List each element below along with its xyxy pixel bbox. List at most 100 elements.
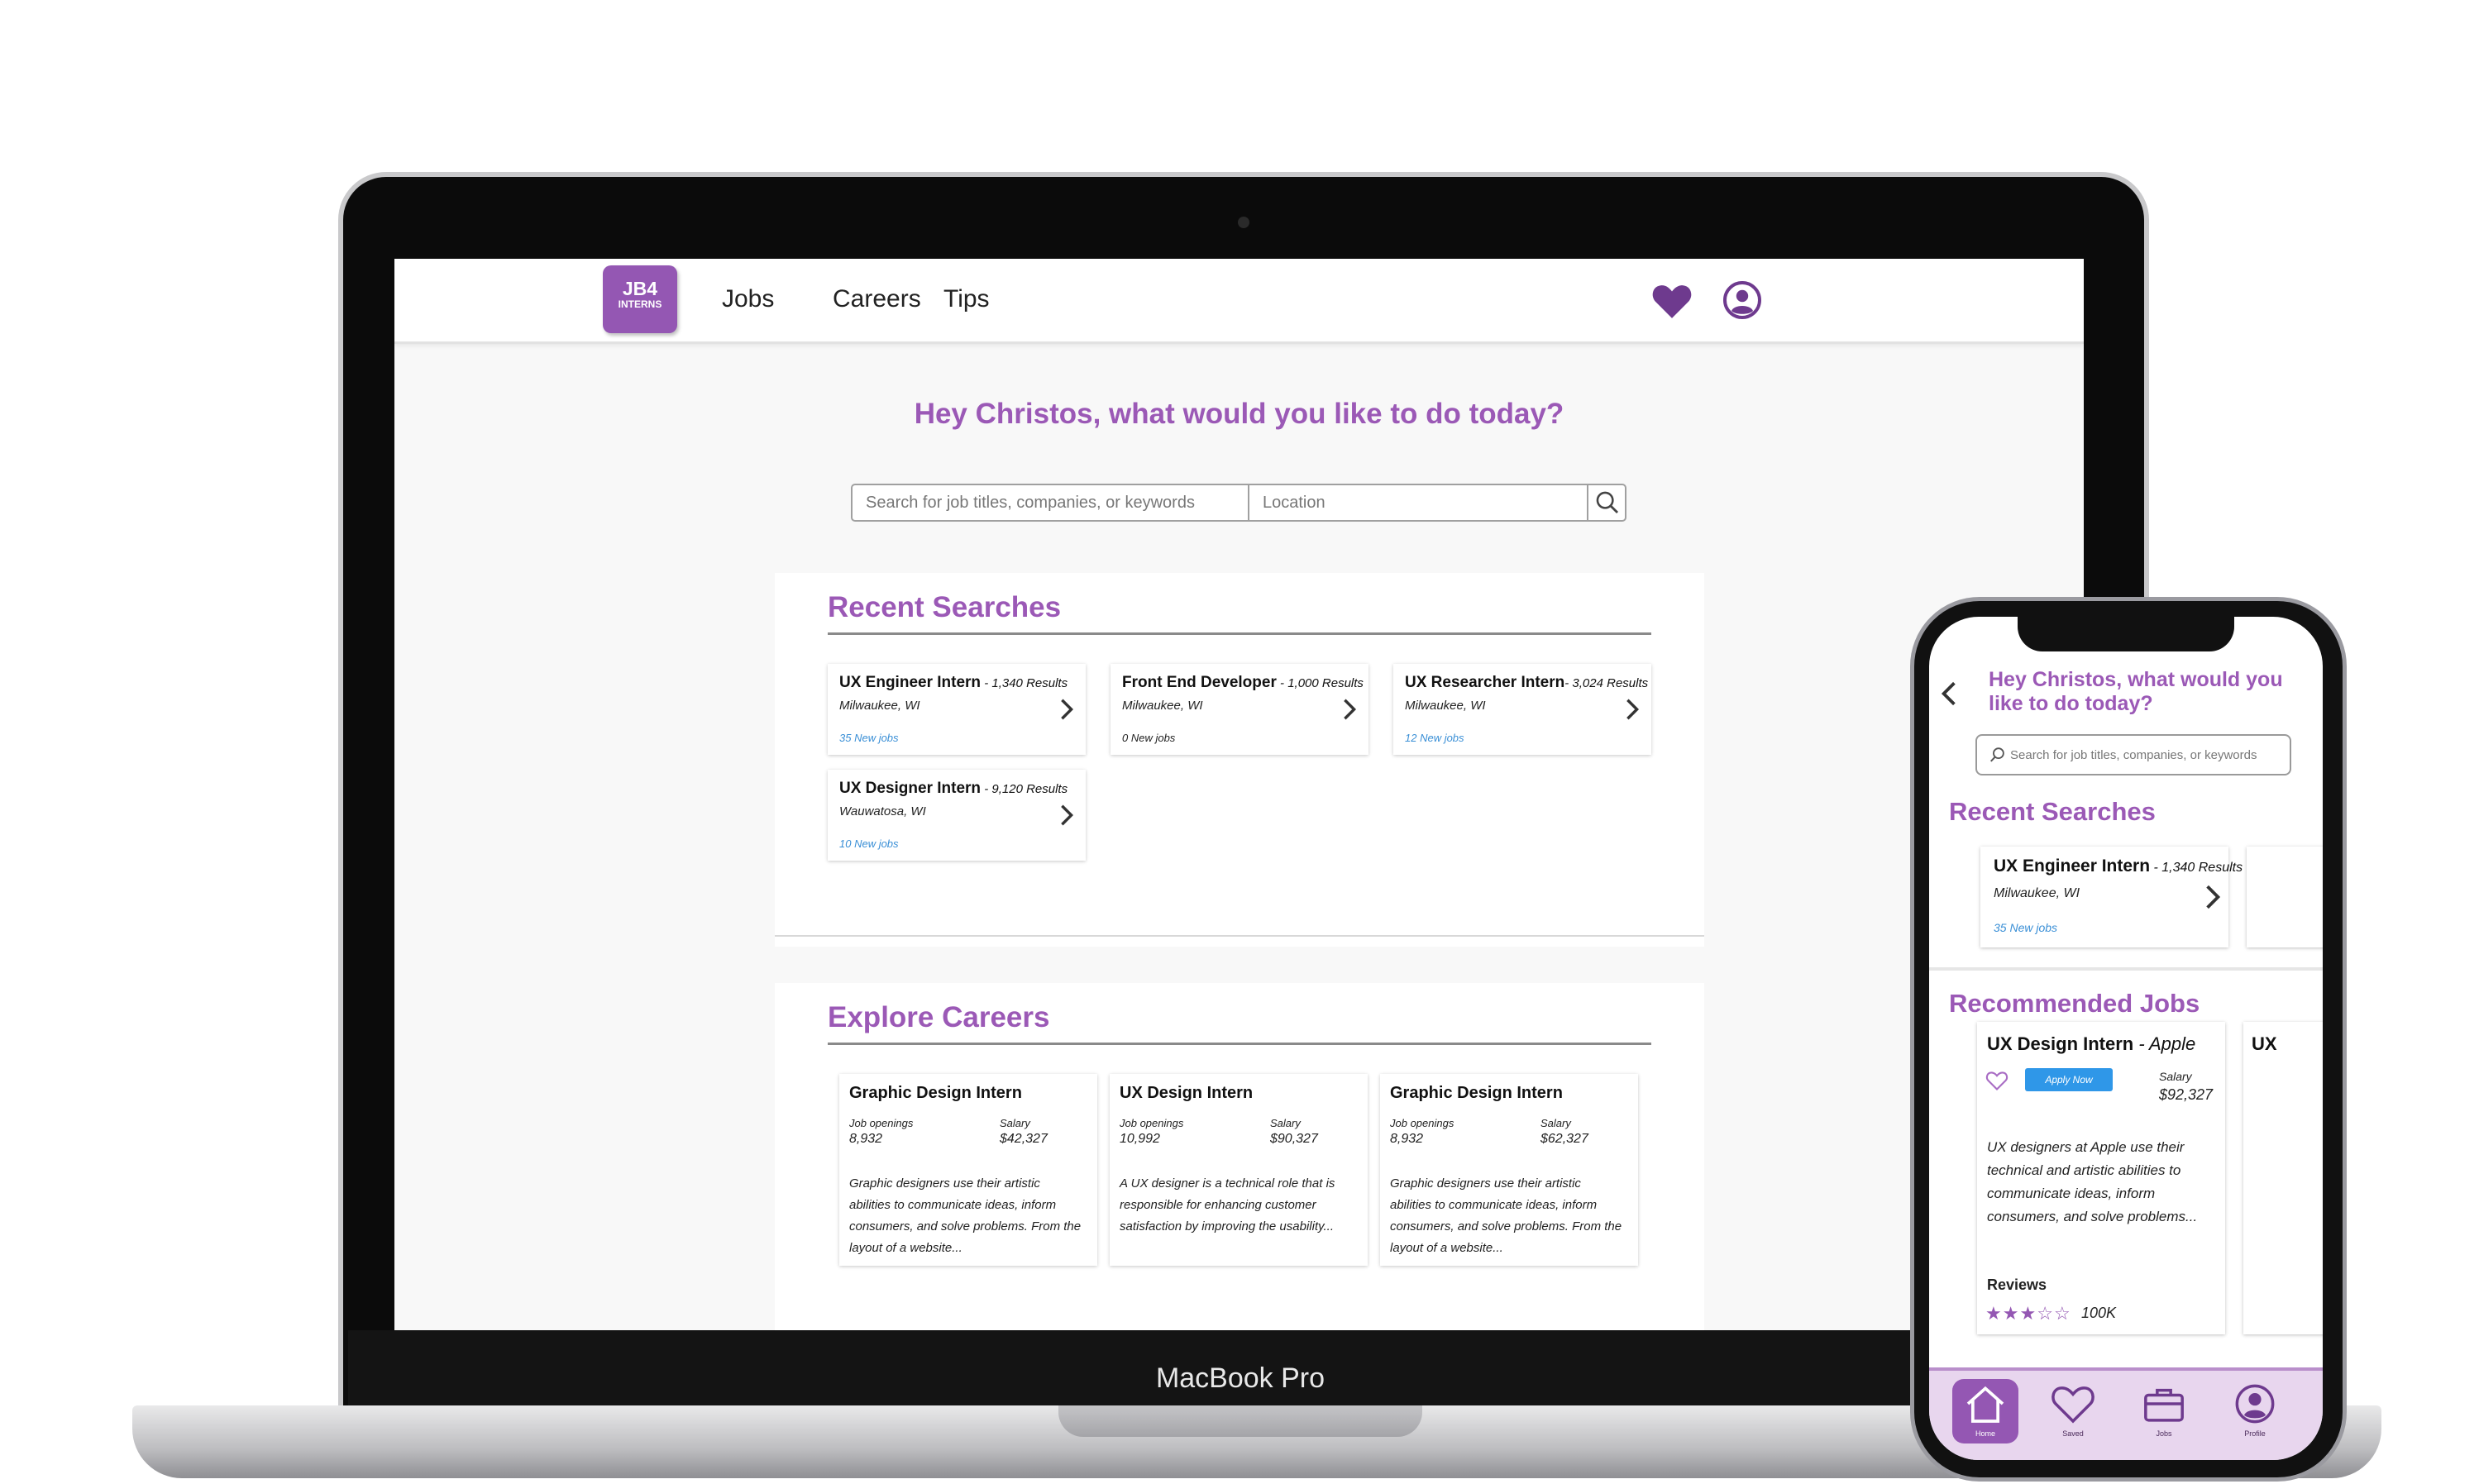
openings-label: Job openings <box>849 1117 914 1129</box>
tab-jobs[interactable]: Jobs <box>2131 1379 2197 1443</box>
recommended-job-card-peek[interactable]: UX <box>2243 1022 2323 1334</box>
phone-notch <box>2018 612 2234 651</box>
career-card[interactable]: UX Design Intern Job openings 10,992 Sal… <box>1110 1074 1368 1266</box>
briefcase-icon <box>2144 1388 2184 1422</box>
openings-label: Job openings <box>1390 1117 1454 1129</box>
recent-search-new-jobs[interactable]: 12 New jobs <box>1405 732 1464 744</box>
nav-tips[interactable]: Tips <box>943 285 990 313</box>
user-circle-icon <box>2235 1384 2275 1424</box>
explore-careers-title: Explore Careers <box>828 1001 1050 1033</box>
career-card[interactable]: Graphic Design Intern Job openings 8,932… <box>839 1074 1097 1266</box>
reviews-label: Reviews <box>1987 1276 2047 1293</box>
salary-value: $42,327 <box>1000 1132 1048 1146</box>
camera-icon <box>1238 217 1249 228</box>
recent-search-location: Wauwatosa, WI <box>839 804 926 818</box>
career-title: UX Design Intern <box>1120 1084 1254 1102</box>
search-icon[interactable] <box>1593 489 1622 517</box>
recent-search-new-jobs[interactable]: 35 New jobs <box>839 732 899 744</box>
salary-value: $90,327 <box>1270 1132 1318 1146</box>
bottom-tab-bar: Home Saved Jobs Profile <box>1929 1367 2323 1460</box>
section-separator <box>1929 967 2323 971</box>
mobile-recent-card[interactable]: UX Engineer Intern - 1,340 Results Milwa… <box>1980 847 2243 947</box>
desktop-screen: JB4 INTERNS Jobs Careers Tips Hey Christ… <box>394 259 2084 1330</box>
device-label: MacBook Pro <box>1155 1362 1325 1394</box>
search-bar: Search for job titles, companies, or key… <box>851 484 1626 522</box>
recent-searches-title: Recent Searches <box>828 591 1062 623</box>
tab-label: Jobs <box>2156 1429 2172 1438</box>
recent-search-title: UX Engineer Intern - 1,340 Results <box>1994 857 2243 876</box>
recent-search-title: UX Researcher Intern- 3,024 Results <box>1405 674 1649 691</box>
section-divider <box>828 632 1651 635</box>
salary-label: Salary <box>1000 1117 1030 1129</box>
job-title: UX Design Intern - Apple <box>1987 1033 2196 1054</box>
jb4-logo[interactable]: JB4 INTERNS <box>603 265 677 333</box>
recent-search-new-jobs[interactable]: 10 New jobs <box>839 837 899 850</box>
chevron-right-icon[interactable] <box>1058 803 1076 828</box>
recent-search-location: Milwaukee, WI <box>1994 886 2080 900</box>
apply-now-button[interactable]: Apply Now <box>2025 1068 2113 1091</box>
job-title: UX <box>2252 1033 2277 1054</box>
keyword-search-input[interactable]: Search for job titles, companies, or key… <box>866 494 1195 513</box>
recent-search-location: Milwaukee, WI <box>839 699 920 713</box>
mobile-search-input[interactable]: Search for job titles, companies, or key… <box>1975 734 2291 775</box>
tab-label: Profile <box>2244 1429 2266 1438</box>
chevron-right-icon[interactable] <box>2204 883 2222 911</box>
star-empty-icon: ☆ <box>2053 1303 2071 1324</box>
salary-value: $92,327 <box>2159 1086 2214 1103</box>
career-description: Graphic designers use their artistic abi… <box>849 1176 1082 1255</box>
career-card[interactable]: Graphic Design Intern Job openings 8,932… <box>1380 1074 1638 1266</box>
search-icon <box>1990 747 2004 762</box>
recent-search-location: Milwaukee, WI <box>1122 699 1203 713</box>
recommended-job-card[interactable]: UX Design Intern - Apple Apply Now Salar… <box>1977 1022 2225 1334</box>
recent-search-title: UX Engineer Intern - 1,340 Results <box>839 674 1068 691</box>
tab-label: Saved <box>2062 1429 2084 1438</box>
laptop-opening-notch <box>1058 1405 1422 1437</box>
star-icon: ★ <box>1985 1303 2003 1324</box>
career-description: A UX designer is a technical role that i… <box>1120 1176 1335 1233</box>
salary-label: Salary <box>1540 1117 1571 1129</box>
mobile-greeting: Hey Christos, what would you like to do … <box>1989 668 2283 715</box>
section-separator <box>775 935 1704 937</box>
tab-saved[interactable]: Saved <box>2040 1379 2106 1443</box>
mobile-screen: Hey Christos, what would you like to do … <box>1929 617 2323 1460</box>
recent-search-card[interactable]: UX Engineer Intern - 1,340 Results Milwa… <box>828 664 1086 755</box>
nav-jobs[interactable]: Jobs <box>722 285 774 313</box>
search-divider <box>1248 485 1249 520</box>
recent-search-card[interactable]: Front End Developer - 1,000 Results Milw… <box>1111 664 1368 755</box>
star-icon: ★ <box>2019 1303 2037 1324</box>
recent-search-title: Front End Developer - 1,000 Results <box>1122 674 1364 691</box>
career-title: Graphic Design Intern <box>849 1084 1022 1102</box>
recent-searches-panel: Recent Searches UX Engineer Intern - 1,3… <box>775 573 1704 947</box>
recent-search-location: Milwaukee, WI <box>1405 699 1486 713</box>
salary-label: Salary <box>2159 1070 2192 1083</box>
logo-line1: JB4 <box>622 278 658 299</box>
recent-search-card[interactable]: UX Researcher Intern- 3,024 Results Milw… <box>1393 664 1651 755</box>
explore-careers-panel: Explore Careers Graphic Design Intern Jo… <box>775 983 1704 1330</box>
mobile-recent-card-peek[interactable] <box>2247 847 2323 947</box>
salary-label: Salary <box>1270 1117 1301 1129</box>
rating-stars: ★★★☆☆ <box>1985 1303 2071 1324</box>
recent-search-new-jobs[interactable]: 35 New jobs <box>1994 921 2057 934</box>
tab-profile[interactable]: Profile <box>2222 1379 2288 1443</box>
user-circle-icon[interactable] <box>1722 280 1762 320</box>
openings-label: Job openings <box>1120 1117 1184 1129</box>
heart-icon[interactable] <box>1651 282 1693 320</box>
mobile-recommended-title: Recommended Jobs <box>1949 989 2200 1018</box>
openings-value: 8,932 <box>1390 1132 1424 1146</box>
location-input[interactable]: Location <box>1263 494 1325 513</box>
nav-careers[interactable]: Careers <box>833 285 921 313</box>
tab-home[interactable]: Home <box>1952 1379 2018 1443</box>
heart-outline-icon[interactable] <box>1985 1070 2009 1091</box>
section-divider <box>828 1043 1651 1045</box>
recent-search-title: UX Designer Intern - 9,120 Results <box>839 780 1068 797</box>
career-title: Graphic Design Intern <box>1390 1084 1563 1102</box>
chevron-right-icon[interactable] <box>1058 697 1076 722</box>
chevron-right-icon[interactable] <box>1340 697 1359 722</box>
back-arrow-icon[interactable] <box>1939 680 1959 708</box>
recent-search-card[interactable]: UX Designer Intern - 9,120 Results Wauwa… <box>828 770 1086 861</box>
mobile-search-placeholder: Search for job titles, companies, or key… <box>2010 748 2257 762</box>
top-nav: JB4 INTERNS Jobs Careers Tips <box>394 259 2084 344</box>
recent-search-new-jobs[interactable]: 0 New jobs <box>1122 732 1175 744</box>
chevron-right-icon[interactable] <box>1623 697 1641 722</box>
logo-line2: INTERNS <box>618 298 662 310</box>
